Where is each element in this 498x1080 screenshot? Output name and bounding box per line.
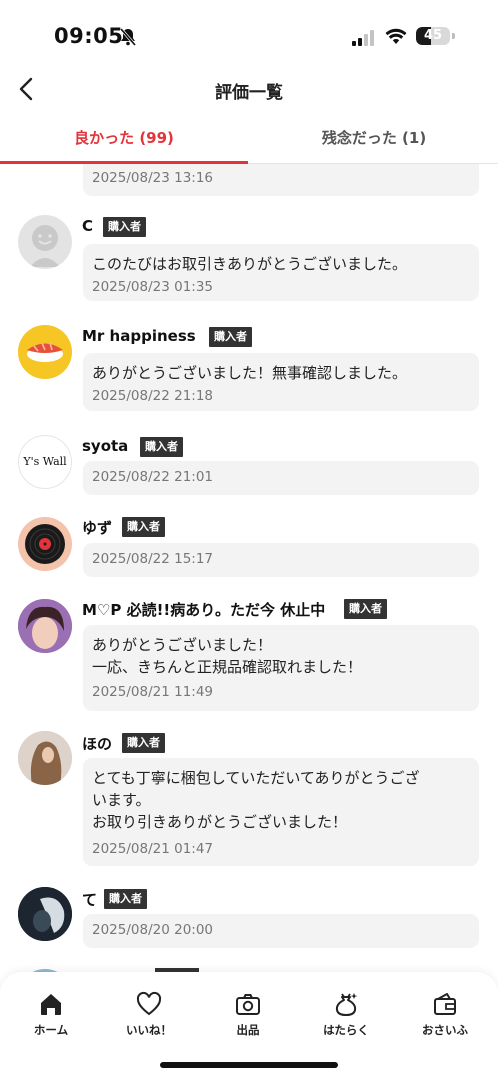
- heart-icon: [136, 991, 162, 1016]
- review-bubble: 2025/08/20 20:00: [83, 914, 479, 948]
- avatar[interactable]: [18, 517, 72, 571]
- sushi-avatar-icon: [27, 342, 63, 362]
- default-avatar-icon: [30, 225, 60, 267]
- nav-home[interactable]: ホーム: [6, 990, 96, 1038]
- review-message-line: お取り引きありがとうございました！: [92, 813, 348, 831]
- buyer-badge: 購入者: [103, 217, 146, 237]
- review-date: 2025/08/22 15:17: [92, 551, 214, 567]
- review-bubble: このたびはお取引きありがとうございました。 2025/08/23 01:35: [83, 244, 479, 301]
- review-bubble: 2025/08/22 21:01: [83, 461, 479, 495]
- buyer-badge: 購入者: [104, 889, 147, 909]
- reviewer-name[interactable]: C: [82, 217, 93, 235]
- avatar[interactable]: [18, 215, 72, 269]
- review-date: 2025/08/21 01:47: [92, 841, 214, 857]
- review-message-line: とても丁寧に梱包していただいてありがとうござ: [92, 769, 420, 787]
- cellular-signal-icon: [352, 30, 374, 46]
- review-bubble: ありがとうございました！ 一応、きちんと正規品確認取れました！ 2025/08/…: [83, 625, 479, 711]
- tab-good[interactable]: 良かった (99): [0, 114, 248, 164]
- camera-icon: [236, 994, 260, 1015]
- reviewer-name[interactable]: ゆず: [82, 517, 112, 538]
- review-date: 2025/08/22 21:18: [92, 388, 214, 404]
- nav-label: 出品: [236, 1023, 260, 1037]
- photo-avatar-icon: [18, 887, 72, 941]
- review-date: 2025/08/21 11:49: [92, 684, 214, 700]
- review-message-line: います。: [92, 791, 151, 809]
- buyer-badge: 購入者: [140, 437, 183, 457]
- home-icon: [41, 994, 61, 1015]
- wallet-icon: [434, 993, 456, 1015]
- reviewer-name[interactable]: て: [82, 889, 97, 910]
- bell-slash-icon: [119, 28, 137, 46]
- review-bubble: 2025/08/22 15:17: [83, 543, 479, 577]
- reviewer-name[interactable]: Mr happiness: [82, 327, 196, 345]
- avatar[interactable]: Y's Wall: [18, 435, 72, 489]
- status-bar: 09:05 45: [0, 0, 498, 66]
- review-list[interactable]: 2025/08/23 13:16 C 購入者 このたびはお取引きありがとうござい…: [0, 164, 498, 974]
- review-message: このたびはお取引きありがとうございました。: [92, 255, 408, 273]
- review-message-line: ありがとうございました！: [92, 636, 273, 654]
- nav-sell[interactable]: 出品: [203, 990, 293, 1038]
- status-time: 09:05: [54, 24, 124, 48]
- money-bag-icon: [335, 993, 358, 1016]
- nav-wallet[interactable]: おさいふ: [400, 990, 490, 1038]
- buyer-badge: 購入者: [122, 733, 165, 753]
- tab-bad[interactable]: 残念だった (1): [250, 114, 498, 164]
- review-bubble: ありがとうございました！無事確認しました。 2025/08/22 21:18: [83, 353, 479, 411]
- nav-label: いいね！: [126, 1023, 172, 1037]
- reviewer-name[interactable]: ほの: [82, 733, 112, 754]
- buyer-badge: 購入者: [122, 517, 165, 537]
- wifi-icon: [385, 28, 407, 44]
- review-bubble: 2025/08/23 13:16: [83, 164, 479, 196]
- review-message-line: 一応、きちんと正規品確認取れました！: [92, 658, 363, 676]
- review-message: ありがとうございました！無事確認しました。: [92, 364, 408, 382]
- photo-avatar-icon: [18, 731, 72, 785]
- page-title: 評価一覧: [215, 83, 283, 103]
- nav-label: ホーム: [33, 1023, 69, 1037]
- avatar[interactable]: [18, 887, 72, 941]
- review-date: 2025/08/23 13:16: [92, 170, 214, 186]
- battery-level: 45: [423, 28, 443, 43]
- buyer-badge: 購入者: [209, 327, 252, 347]
- review-date: 2025/08/20 20:00: [92, 922, 214, 938]
- buyer-badge: 購入者: [344, 599, 387, 619]
- review-bubble: とても丁寧に梱包していただいてありがとうござ います。 お取り引きありがとうござ…: [83, 758, 479, 866]
- avatar-logo-text: Y's Wall: [23, 455, 67, 468]
- avatar[interactable]: [18, 599, 72, 653]
- battery-indicator: 45: [416, 27, 450, 45]
- home-indicator[interactable]: [160, 1062, 338, 1068]
- header: 評価一覧: [0, 66, 498, 114]
- nav-work[interactable]: はたらく: [301, 990, 391, 1038]
- battery-cap: [452, 33, 455, 39]
- avatar[interactable]: [18, 325, 72, 379]
- review-date: 2025/08/23 01:35: [92, 279, 214, 295]
- nav-label: おさいふ: [422, 1023, 468, 1037]
- nav-label: はたらく: [323, 1023, 369, 1037]
- record-avatar-icon: [25, 524, 65, 564]
- avatar[interactable]: [18, 731, 72, 785]
- nav-likes[interactable]: いいね！: [104, 990, 194, 1038]
- review-date: 2025/08/22 21:01: [92, 469, 214, 485]
- photo-avatar-icon: [18, 599, 72, 653]
- reviewer-name[interactable]: syota: [82, 437, 128, 455]
- rating-tabs: 良かった (99) 残念だった (1): [0, 114, 498, 164]
- reviewer-name[interactable]: M♡P 必読!!病あり。ただ今 休止中: [82, 599, 325, 620]
